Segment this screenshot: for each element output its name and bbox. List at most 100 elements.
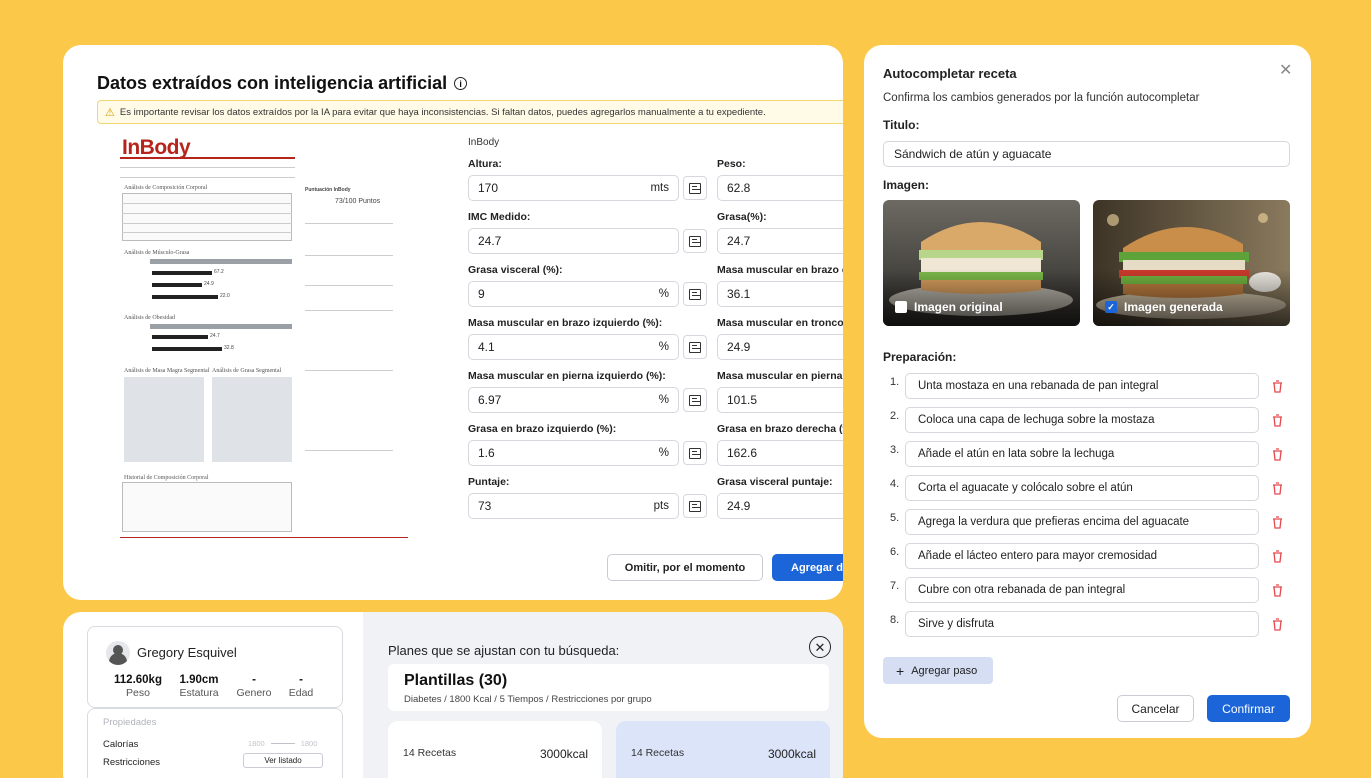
imc-input[interactable]: 24.7 [468,228,679,254]
plan-recipes: 14 Recetas [403,747,457,759]
fat-percent-input[interactable]: 24.7 [717,228,843,254]
doc-line [122,213,292,214]
calculator-button[interactable] [683,441,707,465]
doc-section-obesity: Análisis de Obesidad [124,315,175,321]
calculator-icon [689,341,701,353]
calculator-button[interactable] [683,494,707,518]
field-weight: Peso: 62.8 [717,158,843,201]
doc-line [305,450,393,451]
muscle-trunk-input[interactable]: 24.9 [717,334,843,360]
doc-header-line [120,157,295,159]
step-input[interactable]: Unta mostaza en una rebanada de pan inte… [905,373,1259,399]
cancel-button[interactable]: Cancelar [1117,695,1194,722]
field-value: 24.7 [727,234,751,248]
avatar [106,641,130,665]
step-input[interactable]: Agrega la verdura que prefieras encima d… [905,509,1259,535]
trash-icon[interactable] [1272,414,1283,427]
trash-icon[interactable] [1272,482,1283,495]
step-input[interactable]: Sirve y disfruta [905,611,1259,637]
close-icon[interactable]: ✕ [1279,60,1292,80]
step-input[interactable]: Añade el lácteo entero para mayor cremos… [905,543,1259,569]
plan-kcal: 3000kcal [539,747,588,761]
trash-icon[interactable] [1272,618,1283,631]
fat-right-arm-input[interactable]: 162.6 [717,440,843,466]
inbody-document-image: InBody Análisis de Composición Corporal … [120,135,408,545]
calculator-icon [689,182,701,194]
calculator-button[interactable] [683,282,707,306]
step-input[interactable]: Cubre con otra rebanada de pan integral [905,577,1259,603]
add-data-button[interactable]: Agregar datos [772,554,843,581]
calculator-button[interactable] [683,176,707,200]
step-input[interactable]: Coloca una capa de lechuga sobre la most… [905,407,1259,433]
step-input[interactable]: Añade el atún en lata sobre la lechuga [905,441,1259,467]
skip-button[interactable]: Omitir, por el momento [607,554,763,581]
add-step-button[interactable]: + Agregar paso [883,657,993,684]
muscle-left-arm-input[interactable]: 4.1% [468,334,679,360]
info-icon[interactable]: i [454,77,468,90]
doc-pgc-bar [152,347,222,351]
confirm-button[interactable]: Confirmar [1207,695,1290,722]
close-icon[interactable]: ✕ [809,636,831,658]
muscle-left-leg-input[interactable]: 6.97% [468,387,679,413]
calculator-button[interactable] [683,229,707,253]
doc-pgc-value: 32.8 [224,345,234,351]
weight-input[interactable]: 62.8 [717,175,843,201]
doc-line [122,223,292,224]
step-input[interactable]: Corta el aguacate y colócalo sobre el at… [905,475,1259,501]
doc-section-fat-segmental: Análisis de Grasa Segmental [212,368,282,374]
calculator-button[interactable] [683,335,707,359]
step-number: 4. [890,478,900,490]
trash-icon[interactable] [1272,448,1283,461]
view-list-button[interactable]: Ver listado [243,753,323,768]
calculator-icon [689,235,701,247]
doc-line [120,177,295,178]
generated-image-option[interactable]: ✓ Imagen generada [1093,200,1290,326]
plan-card[interactable]: 14 Recetas 3000kcal [388,721,602,778]
doc-line [305,310,393,311]
trash-icon[interactable] [1272,516,1283,529]
extracted-fields-form: InBody Altura: 170 mts Peso: 62.8 IMC Med… [468,45,843,600]
field-value: 24.9 [727,340,751,354]
doc-section-muscle-fat: Análisis de Músculo-Grasa [124,250,190,256]
trash-icon[interactable] [1272,550,1283,563]
score-input[interactable]: 73 pts [468,493,679,519]
field-height: Altura: 170 mts [468,158,708,201]
field-label: Altura: [468,158,502,170]
original-image-checkbox[interactable] [895,301,907,313]
stat-value: 112.60kg [114,674,162,686]
field-unit: % [658,394,669,406]
calculator-button[interactable] [683,388,707,412]
warning-icon: ⚠ [105,106,115,119]
visceral-score-input[interactable]: 24.9 [717,493,843,519]
muscle-right-leg-input[interactable]: 101.5 [717,387,843,413]
step-number: 1. [890,376,900,388]
doc-footer-line [120,537,408,538]
generated-image-checkbox[interactable]: ✓ [1105,301,1117,313]
calories-range[interactable]: 1800 1800 [248,739,317,748]
recipe-title-input[interactable]: Sándwich de atún y aguacate [883,141,1290,167]
height-input[interactable]: 170 mts [468,175,679,201]
field-value: 6.97 [478,393,502,407]
doc-header-bar [150,259,292,264]
plan-card-selected[interactable]: 14 Recetas 3000kcal [616,721,830,778]
step-number: 6. [890,546,900,558]
original-image-option[interactable]: Imagen original [883,200,1080,326]
field-value: 24.9 [727,499,751,513]
doc-section-lean-segmental: Análisis de Masa Magra Segmental [124,368,210,374]
muscle-right-arm-input[interactable]: 36.1 [717,281,843,307]
fat-left-arm-input[interactable]: 1.6% [468,440,679,466]
visceral-fat-input[interactable]: 9% [468,281,679,307]
ai-extraction-card: Datos extraídos con inteligencia artific… [63,45,843,600]
trash-icon[interactable] [1272,584,1283,597]
plan-recipes: 14 Recetas [631,747,685,759]
trash-icon[interactable] [1272,380,1283,393]
doc-history-table [122,482,292,532]
field-value: 101.5 [727,393,758,407]
original-image-label: Imagen original [914,300,1003,314]
field-value: 170 [478,181,499,195]
stat-weight: 112.60kg Peso [108,674,168,699]
patient-profile: Gregory Esquivel 112.60kg Peso 1.90cm Esta… [87,626,343,708]
field-value: 24.7 [478,234,502,248]
plans-panel: Planes que se ajustan con tu búsqueda: ✕… [363,612,843,778]
field-label: Masa muscular en tronco (%): [717,317,843,329]
